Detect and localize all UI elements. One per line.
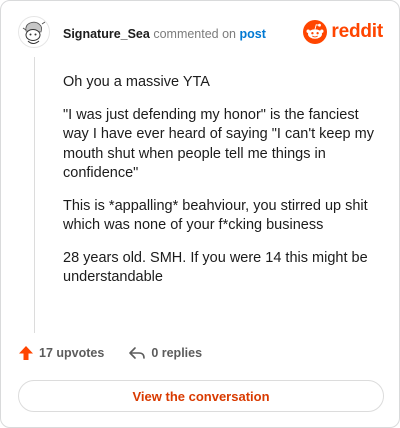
reddit-wordmark: reddit xyxy=(331,21,383,42)
view-conversation-button[interactable]: View the conversation xyxy=(18,380,384,412)
comment-paragraph: "I was just defending my honor" is the f… xyxy=(63,106,374,182)
replies-count: 0 replies xyxy=(151,346,203,360)
upvote-arrow-icon xyxy=(19,346,33,360)
replies[interactable]: 0 replies xyxy=(128,345,202,361)
reply-arrow-icon xyxy=(129,347,146,359)
upvotes-count: 17 upvotes xyxy=(39,346,105,360)
reddit-logo[interactable]: reddit xyxy=(303,20,383,44)
user-avatar[interactable] xyxy=(17,15,51,49)
comment-paragraph: This is *appalling* beahviour, you stirr… xyxy=(63,197,368,234)
comment-body: Oh you a massive YTA "I was just defendi… xyxy=(63,73,383,301)
commented-on-text: commented on xyxy=(153,27,237,41)
reddit-snoo-icon xyxy=(303,20,328,44)
comment-footer: 17 upvotes 0 replies xyxy=(18,345,226,361)
upvotes[interactable]: 17 upvotes xyxy=(18,345,104,361)
snoo-avatar-icon xyxy=(18,16,50,48)
comment-header: Signature_Sea commented on post xyxy=(63,26,266,42)
thread-line xyxy=(34,57,35,333)
post-link[interactable]: post xyxy=(240,27,266,41)
comment-paragraph: 28 years old. SMH. If you were 14 this m… xyxy=(63,249,368,286)
embedded-comment-card: Signature_Sea commented on post reddit O… xyxy=(0,0,400,428)
username-link[interactable]: Signature_Sea xyxy=(63,27,150,41)
comment-paragraph: Oh you a massive YTA xyxy=(63,74,210,90)
